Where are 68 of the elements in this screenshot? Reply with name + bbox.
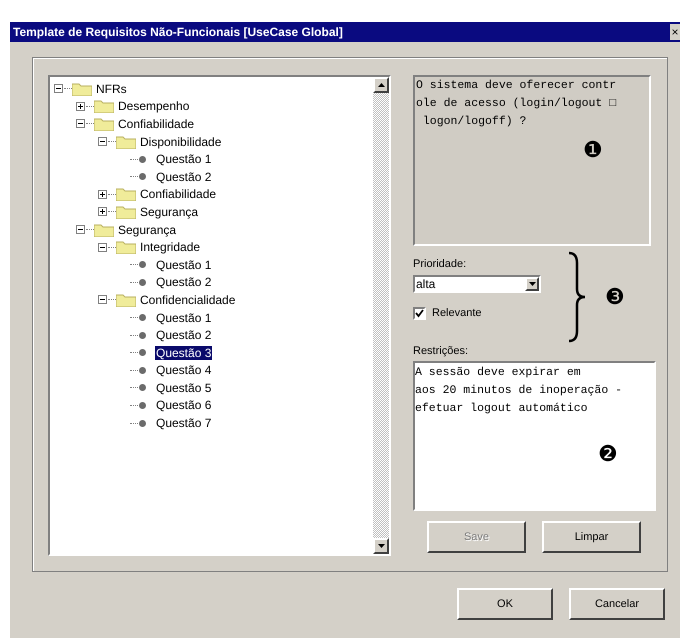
tree-item[interactable]: Questão 2 — [155, 328, 212, 342]
expand-icon[interactable] — [98, 190, 107, 199]
callout-number: ❸ — [605, 286, 625, 310]
dot-icon — [138, 383, 147, 392]
scroll-down-icon[interactable] — [373, 538, 389, 554]
tree-item[interactable]: Confiabilidade — [117, 116, 196, 131]
dot-icon — [138, 154, 147, 164]
tree-item[interactable]: Questão 5 — [155, 380, 212, 395]
collapse-icon[interactable] — [76, 225, 85, 234]
tree-item[interactable]: Questão 1 — [155, 152, 212, 166]
tree-item[interactable]: Questão 4 — [155, 363, 212, 378]
relevant-label: Relevante — [432, 306, 482, 321]
ok-button[interactable]: OK — [457, 588, 553, 620]
callout-number: ❶ — [583, 139, 603, 161]
dot-icon — [138, 366, 147, 375]
dot-icon — [138, 313, 147, 322]
restrictions-field[interactable]: A sessão deve expirar em aos 20 minutos de inoperação - efetuar logout automático ❷ — [413, 361, 656, 511]
folder-icon — [116, 204, 136, 219]
folder-icon — [116, 292, 136, 307]
folder-icon — [116, 187, 136, 202]
collapse-icon[interactable] — [76, 119, 85, 128]
scroll-up-icon[interactable] — [373, 77, 389, 93]
tree-item[interactable]: Questão 6 — [155, 398, 212, 412]
priority-label: Prioridade: — [413, 257, 468, 271]
collapse-icon[interactable] — [54, 84, 63, 94]
tree-item[interactable]: Confidencialidade — [139, 292, 236, 307]
dot-icon — [138, 418, 147, 428]
tree-item[interactable]: Questão 7 — [155, 416, 212, 430]
tree-item[interactable]: Disponibilidade — [139, 134, 222, 149]
folder-icon — [94, 222, 114, 237]
callout-number: ❷ — [598, 443, 618, 465]
tree-item[interactable]: Questão 1 — [155, 310, 212, 325]
tree-item[interactable]: NFRs — [95, 82, 128, 96]
tree-item[interactable]: Segurança — [139, 204, 200, 219]
cancel-button[interactable]: Cancelar — [569, 588, 665, 620]
tree-item[interactable]: Confiabilidade — [139, 187, 218, 202]
folder-icon — [94, 99, 114, 114]
tree-item[interactable]: Questão 2 — [155, 170, 212, 184]
scrollbar[interactable] — [373, 77, 389, 554]
folder-icon — [72, 82, 92, 96]
tree-item[interactable]: Desempenho — [117, 99, 190, 114]
collapse-icon[interactable] — [98, 295, 107, 304]
expand-icon[interactable] — [98, 207, 107, 216]
expand-icon[interactable] — [76, 102, 85, 111]
relevant-checkbox[interactable] — [413, 306, 426, 320]
restrictions-label: Restrições: — [413, 344, 470, 358]
window-title: Template de Requisitos Não-Funcionais [UseCase Global] — [13, 24, 343, 41]
dropdown-icon[interactable] — [525, 277, 539, 291]
close-button[interactable]: × — [670, 24, 680, 40]
clear-button[interactable]: Limpar — [542, 521, 641, 553]
question-text: O sistema deve oferecer contr ole de acesso (login/logout □ logon/logoff) ? — [415, 78, 618, 130]
dot-icon — [138, 400, 147, 410]
dot-icon — [138, 330, 147, 340]
folder-icon — [116, 134, 136, 149]
folder-icon — [116, 240, 136, 254]
priority-select[interactable]: alta — [413, 275, 541, 293]
collapse-icon[interactable] — [98, 137, 107, 146]
dot-icon — [138, 260, 147, 270]
tree-item[interactable]: Questão 1 — [155, 258, 212, 272]
dot-icon — [138, 172, 147, 182]
tree-item[interactable]: Segurança — [117, 222, 178, 237]
collapse-icon[interactable] — [98, 242, 107, 252]
tree-item[interactable]: Integridade — [139, 240, 202, 254]
folder-icon — [94, 116, 114, 131]
tree-item[interactable]: Questão 2 — [155, 275, 212, 290]
dot-icon — [138, 348, 147, 358]
dot-icon — [138, 278, 147, 287]
tree-item[interactable]: Questão 3 — [155, 346, 212, 360]
